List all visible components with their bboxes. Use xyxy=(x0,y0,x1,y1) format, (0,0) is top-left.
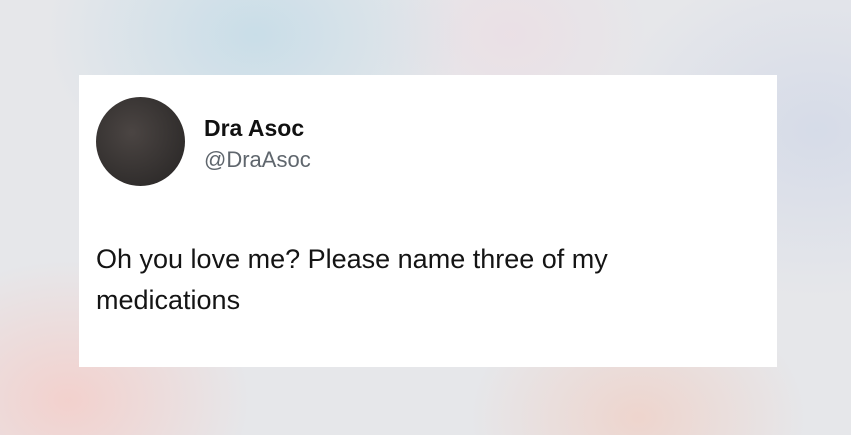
author-display-name[interactable]: Dra Asoc xyxy=(204,114,304,142)
tweet-card: Dra Asoc @DraAsoc Oh you love me? Please… xyxy=(79,75,777,367)
tweet-text: Oh you love me? Please name three of my … xyxy=(96,244,608,315)
author-handle[interactable]: @DraAsoc xyxy=(204,146,311,174)
avatar[interactable] xyxy=(96,97,185,186)
